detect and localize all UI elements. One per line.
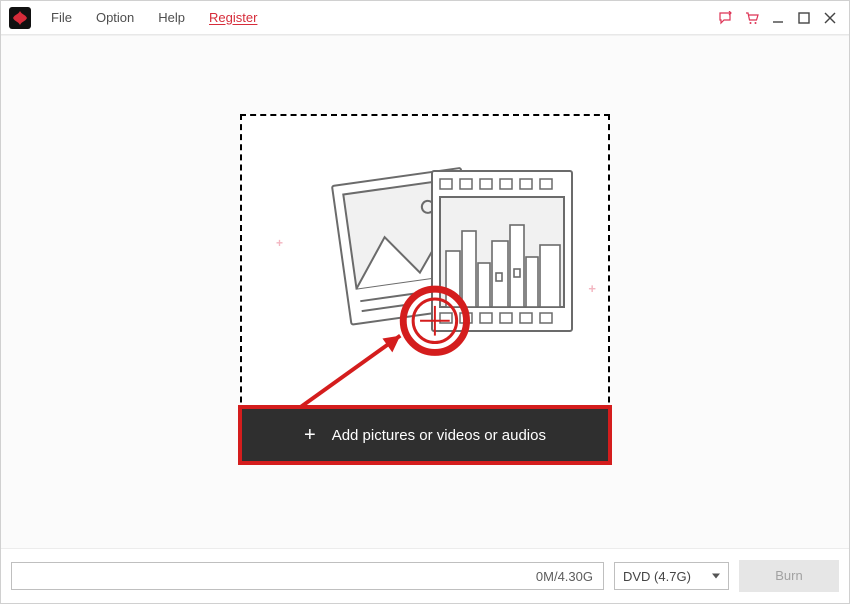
add-files-button[interactable]: + Add pictures or videos or audios [242,409,608,461]
feedback-icon[interactable] [713,1,739,35]
dropzone-illustration: + + [242,116,608,409]
chevron-down-icon [712,574,720,579]
menu-file[interactable]: File [39,1,84,35]
work-area: + + + Add pictures or videos or audios [1,35,849,548]
app-logo [9,7,31,29]
dropzone[interactable]: + + + Add pictures or videos or audios [240,114,610,463]
cart-icon[interactable] [739,1,765,35]
capacity-value: 0M/4.30G [536,569,593,584]
capacity-readout: 0M/4.30G [11,562,604,590]
close-button[interactable] [817,1,843,35]
menu-help[interactable]: Help [146,1,197,35]
menu-option[interactable]: Option [84,1,146,35]
bottom-bar: 0M/4.30G DVD (4.7G) Burn [1,548,849,603]
disc-type-select[interactable]: DVD (4.7G) [614,562,729,590]
minimize-button[interactable] [765,1,791,35]
add-files-label: Add pictures or videos or audios [332,427,546,444]
titlebar: File Option Help Register [1,1,849,35]
disc-type-selected: DVD (4.7G) [623,569,691,584]
burn-button[interactable]: Burn [739,560,839,592]
maximize-button[interactable] [791,1,817,35]
menu-register[interactable]: Register [197,1,269,35]
